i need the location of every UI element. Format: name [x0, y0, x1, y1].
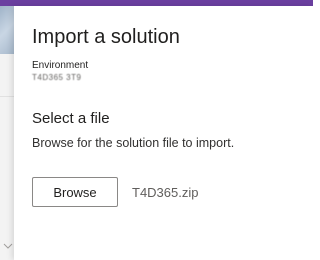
select-file-heading: Select a file	[32, 110, 110, 127]
environment-value: T4D365 3T9	[32, 73, 82, 82]
select-file-description: Browse for the solution file to import.	[32, 136, 235, 150]
environment-label: Environment	[32, 60, 89, 71]
chevron-down-icon[interactable]	[3, 241, 13, 251]
background-divider	[0, 96, 14, 97]
import-solution-panel: Import a solution Environment T4D365 3T9…	[14, 6, 313, 260]
background-page	[0, 6, 14, 260]
panel-title: Import a solution	[32, 26, 180, 48]
browse-button[interactable]: Browse	[32, 177, 118, 207]
import-solution-screen: Import a solution Environment T4D365 3T9…	[0, 0, 313, 260]
selected-file-name: T4D365.zip	[132, 185, 199, 200]
background-image-tile	[0, 6, 14, 54]
